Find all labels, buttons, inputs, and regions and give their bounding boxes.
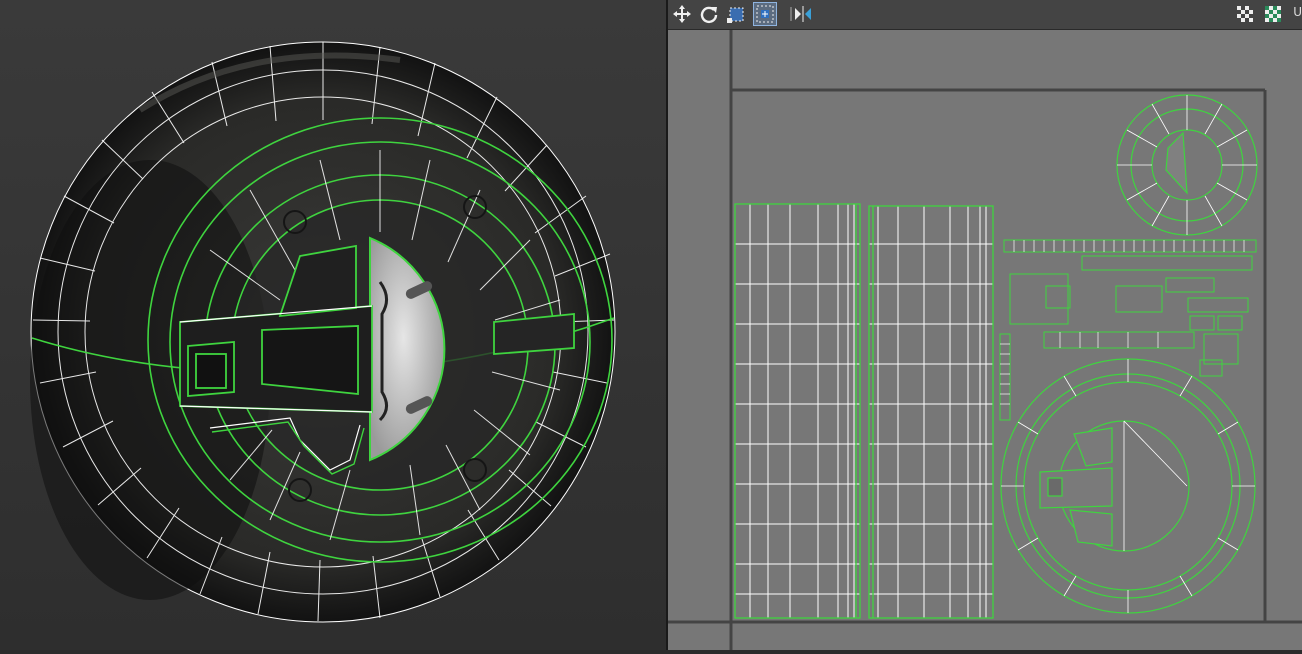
uv-canvas[interactable]	[668, 30, 1302, 650]
rotate-icon[interactable]	[698, 3, 720, 25]
mirror-icon[interactable]	[792, 3, 814, 25]
freeform-icon[interactable]	[725, 3, 747, 25]
checker-pattern-icon[interactable]	[1234, 3, 1256, 25]
move-icon[interactable]	[671, 3, 693, 25]
uv-layout	[668, 30, 1302, 650]
texture-icon[interactable]	[1262, 3, 1284, 25]
select-mode-icon[interactable]	[753, 2, 777, 26]
uv-toolbar: U	[668, 0, 1302, 30]
wheel-model	[30, 41, 616, 623]
uv-toolbar-truncated-label: U	[1293, 5, 1302, 19]
3d-viewport[interactable]	[0, 0, 666, 650]
uv-editor[interactable]: U	[668, 0, 1302, 650]
